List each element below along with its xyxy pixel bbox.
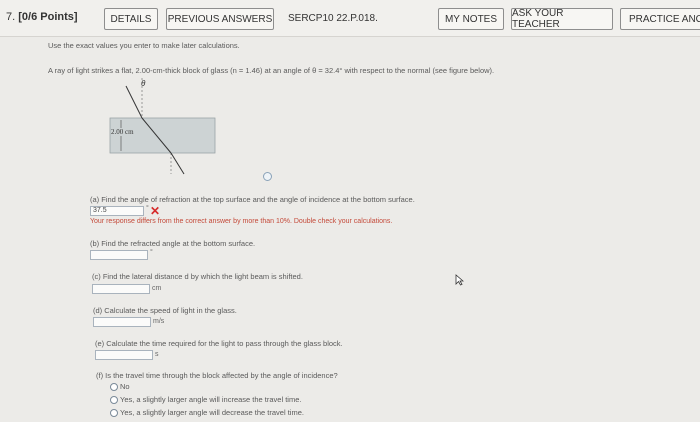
question-header: 7. [0/6 Points] DETAILS PREVIOUS ANSWERS… bbox=[0, 0, 700, 37]
part-e-prompt: (e) Calculate the time required for the … bbox=[95, 339, 343, 348]
part-c-input[interactable] bbox=[92, 284, 150, 294]
incident-ray bbox=[125, 85, 143, 119]
option-no-radio[interactable] bbox=[110, 383, 118, 391]
emergent-ray bbox=[170, 152, 185, 175]
part-c-prompt: (c) Find the lateral distance d by which… bbox=[92, 272, 303, 281]
refraction-figure: θ 2.00 cm bbox=[90, 76, 230, 176]
mouse-cursor-icon bbox=[455, 274, 464, 286]
part-a-feedback: Your response differs from the correct a… bbox=[90, 218, 393, 225]
part-a-unit: ° bbox=[146, 205, 149, 212]
part-c-unit: cm bbox=[152, 285, 162, 292]
points-label: [0/6 Points] bbox=[18, 11, 78, 23]
part-d-prompt: (d) Calculate the speed of light in the … bbox=[93, 306, 237, 315]
info-icon[interactable] bbox=[263, 172, 272, 181]
part-b-unit: ° bbox=[150, 249, 153, 256]
part-f-prompt: (f) Is the travel time through the block… bbox=[96, 371, 338, 380]
part-d-unit: m/s bbox=[153, 318, 165, 325]
problem-code: SERCP10 22.P.018. bbox=[288, 13, 378, 24]
part-e-unit: s bbox=[155, 351, 159, 358]
option-increase-radio[interactable] bbox=[110, 396, 118, 404]
thickness-label: 2.00 cm bbox=[111, 128, 134, 136]
option-decrease-radio[interactable] bbox=[110, 409, 118, 417]
option-no-label: No bbox=[120, 382, 130, 391]
option-increase-label: Yes, a slightly larger angle will increa… bbox=[120, 395, 302, 404]
part-a-input[interactable]: 37.5 bbox=[90, 206, 144, 216]
previous-answers-button[interactable]: PREVIOUS ANSWERS bbox=[166, 8, 274, 30]
part-e-input[interactable] bbox=[95, 350, 153, 360]
my-notes-button[interactable]: MY NOTES bbox=[438, 8, 504, 30]
theta-label: θ bbox=[141, 79, 146, 88]
part-a-prompt: (a) Find the angle of refraction at the … bbox=[90, 195, 415, 204]
ask-teacher-button[interactable]: ASK YOUR TEACHER bbox=[511, 8, 613, 30]
problem-statement: A ray of light strikes a flat, 2.00-cm-t… bbox=[48, 66, 495, 75]
question-number: 7. [0/6 Points] bbox=[6, 11, 78, 23]
details-button[interactable]: DETAILS bbox=[104, 8, 158, 30]
part-b-prompt: (b) Find the refracted angle at the bott… bbox=[90, 239, 256, 248]
question-index: 7. bbox=[6, 11, 16, 23]
option-decrease-label: Yes, a slightly larger angle will decrea… bbox=[120, 408, 304, 417]
refraction-diagram bbox=[109, 78, 216, 175]
practice-another-button[interactable]: PRACTICE ANOTHER bbox=[620, 8, 700, 30]
incorrect-icon: ✕ bbox=[150, 204, 161, 218]
part-b-input[interactable] bbox=[90, 250, 148, 260]
instructions-text: Use the exact values you enter to make l… bbox=[48, 41, 240, 50]
part-d-input[interactable] bbox=[93, 317, 151, 327]
